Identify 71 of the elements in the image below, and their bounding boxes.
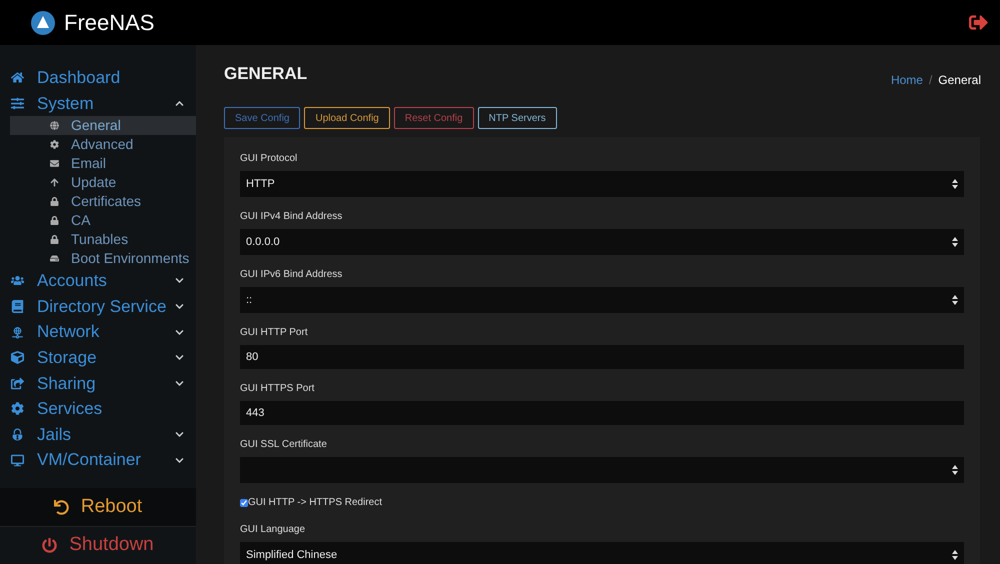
nav-item[interactable]: Dashboard — [0, 65, 196, 91]
nav-subitem[interactable]: CA — [10, 211, 196, 230]
nav-item[interactable]: Storage — [0, 344, 196, 371]
nav-subitem[interactable]: Boot Environments — [10, 249, 196, 268]
logout-icon[interactable] — [969, 13, 988, 32]
nav-subitem[interactable]: Certificates — [10, 192, 196, 212]
gear-icon — [50, 140, 59, 150]
padlock-icon — [11, 428, 24, 442]
select-field[interactable]: HTTP — [240, 171, 964, 197]
field-label: GUI IPv4 Bind Address — [240, 210, 342, 224]
monitor-icon — [11, 454, 24, 467]
breadcrumb-link[interactable]: Home — [890, 71, 923, 89]
lock-icon — [50, 197, 59, 206]
nav-item[interactable]: Sharing — [0, 370, 196, 396]
config-button[interactable]: Upload Config — [304, 107, 390, 129]
config-button[interactable]: NTP Servers — [478, 107, 557, 129]
nav-item[interactable]: Network — [0, 319, 196, 345]
envelope-icon — [50, 159, 59, 168]
breadcrumb-separator: / — [928, 72, 932, 89]
field-label: GUI Protocol — [240, 152, 298, 166]
lock-icon — [50, 235, 59, 244]
lock-icon — [50, 216, 59, 226]
select-arrows-icon — [952, 179, 958, 189]
select-field[interactable] — [240, 457, 964, 483]
nav-item[interactable]: Jails — [0, 422, 196, 448]
book-icon — [11, 300, 24, 314]
logo-icon — [30, 10, 56, 36]
logo-text: FreeNAS — [64, 9, 154, 37]
nav-subitem[interactable]: Tunables — [10, 230, 196, 250]
nav-item[interactable]: Services — [0, 396, 196, 422]
nav-subitem[interactable]: General — [10, 116, 196, 136]
reboot-icon — [54, 500, 69, 514]
sliders-icon — [11, 96, 24, 110]
nav-subitem[interactable]: Update — [10, 173, 196, 192]
power-icon — [42, 538, 58, 553]
select-arrows-icon — [952, 295, 958, 305]
home-icon — [11, 71, 24, 84]
field-label: GUI HTTPS Port — [240, 382, 314, 396]
field-label: GUI Language — [240, 523, 306, 537]
network-icon — [11, 326, 24, 339]
select-arrows-icon — [952, 550, 958, 560]
arrow-up-icon — [50, 178, 59, 188]
nav-subitem[interactable]: Advanced — [10, 135, 196, 154]
drive-icon — [50, 254, 59, 264]
page-title: GENERAL — [224, 63, 308, 85]
nav-item[interactable]: Accounts — [0, 268, 196, 294]
gear-icon — [11, 402, 24, 416]
nav-subitem[interactable]: Email — [10, 154, 196, 174]
select-arrows-icon — [952, 237, 958, 247]
share-icon — [11, 376, 24, 390]
select-field[interactable]: 0.0.0.0 — [240, 229, 964, 255]
field-label: GUI IPv6 Bind Address — [240, 268, 342, 282]
nav-item[interactable]: Directory Service — [0, 294, 196, 320]
field-label: GUI HTTP -> HTTPS Redirect — [248, 496, 382, 510]
field-label: GUI HTTP Port — [240, 326, 308, 340]
input-field[interactable]: 80 — [240, 345, 964, 369]
nav-item[interactable]: VM/Container — [0, 447, 196, 473]
select-field[interactable]: :: — [240, 287, 964, 313]
config-button[interactable]: Save Config — [224, 107, 300, 129]
reboot-button[interactable]: Reboot — [0, 488, 196, 526]
nav-item[interactable]: System — [0, 90, 196, 116]
globe-icon — [50, 121, 59, 130]
cube-icon — [11, 351, 24, 364]
field-label: GUI SSL Certificate — [240, 438, 327, 452]
redirect-checkbox[interactable] — [240, 498, 248, 506]
breadcrumb-current: General — [938, 72, 981, 89]
select-field[interactable]: Simplified Chinese — [240, 542, 964, 564]
config-button[interactable]: Reset Config — [394, 107, 474, 129]
select-arrows-icon — [952, 465, 958, 475]
users-icon — [11, 274, 24, 288]
input-field[interactable]: 443 — [240, 401, 964, 425]
